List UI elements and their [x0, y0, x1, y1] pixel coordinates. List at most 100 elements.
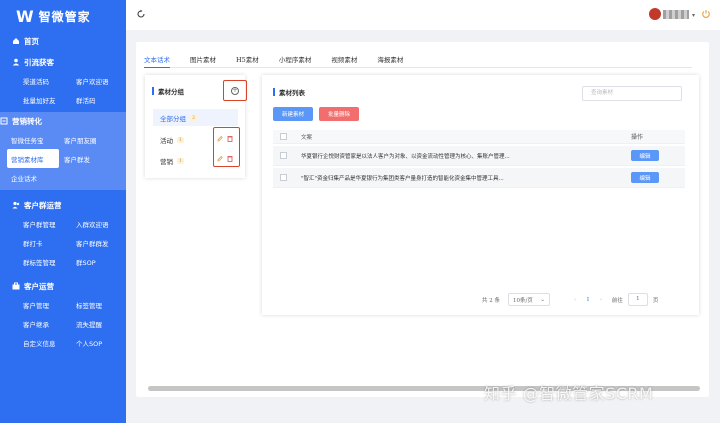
nav-section-customer-ops: 客户运营 客户管理 标签管理 客户继承 流失提醒 自定义信息 个人SOP — [0, 277, 126, 352]
refresh-icon[interactable] — [136, 9, 146, 19]
pagination: 共 2 条 10条/页 ⌄ ‹ 1 › 前往 1 页 — [482, 293, 658, 306]
nav-item-mass-send[interactable]: 客户群发 — [64, 149, 117, 168]
nav-section-acquire: 引流获客 渠道活码 客户欢迎语 批量加好友 群活码 — [0, 53, 126, 109]
main-card: 文本话术 图片素材 H5素材 小程序素材 视频素材 海报素材 素材分组 + 全部… — [136, 42, 709, 397]
tab-mini-program[interactable]: 小程序素材 — [279, 51, 312, 67]
nav-item-group-manage[interactable]: 客户群管理 — [23, 214, 76, 233]
tab-images[interactable]: 图片素材 — [190, 51, 216, 67]
table-header: 文案 操作 — [273, 130, 685, 144]
logo-mark: W — [16, 6, 34, 26]
marketing-icon — [0, 117, 8, 125]
nav-item-personal-sop[interactable]: 个人SOP — [76, 333, 129, 352]
goto-label: 前往 — [611, 297, 623, 304]
watermark: 知乎 @智微管家SCRM — [484, 384, 654, 403]
nav-home[interactable]: 首页 — [12, 32, 126, 50]
nav-section-marketing: 营销转化 智微任务宝 客户朋友圈 营销素材库 客户群发 企业话术 — [0, 112, 126, 190]
material-table: 文案 操作 华夏银行企悦财资管家是以法人客户为对象、以资金流动性管理为核心、集账… — [273, 130, 685, 188]
brand-name: 智微管家 — [38, 9, 91, 24]
power-icon[interactable] — [701, 9, 711, 19]
nav-item-material-library[interactable]: 营销素材库 — [7, 149, 59, 168]
plus-circle-icon: + — [231, 86, 239, 95]
edit-icon[interactable] — [217, 155, 223, 162]
avatar[interactable] — [649, 8, 661, 20]
nav-item-task[interactable]: 智微任务宝 — [11, 130, 64, 149]
total-count: 共 2 条 — [482, 297, 500, 304]
logo: W 智微管家 — [0, 0, 126, 32]
nav-item-churn-alert[interactable]: 流失提醒 — [76, 314, 129, 333]
chevron-down-icon: ⌄ — [540, 296, 545, 303]
tab-text-scripts[interactable]: 文本话术 — [144, 51, 170, 68]
group-panel-title: 素材分组 — [158, 88, 184, 96]
nav-item-customer-manage[interactable]: 客户管理 — [23, 295, 76, 314]
edit-button[interactable]: 编辑 — [631, 172, 659, 183]
group-label: 营销 — [160, 157, 173, 166]
current-page[interactable]: 1 — [586, 297, 590, 303]
nav-title-label: 客户运营 — [24, 281, 54, 291]
group-count: 2 — [190, 114, 198, 121]
nav-item-group-tags[interactable]: 群标签管理 — [23, 252, 76, 271]
column-header-op: 操作 — [631, 134, 644, 141]
nav-item-join-welcome[interactable]: 入群欢迎语 — [76, 214, 129, 233]
tab-poster[interactable]: 海报素材 — [377, 51, 403, 67]
title-bar — [273, 88, 275, 96]
tab-video[interactable]: 视频素材 — [331, 51, 357, 67]
row-text: "智汇"资金归集产品是华夏银行为集团类客户量身打造的智能化资金集中管理工具... — [301, 175, 504, 182]
group-item-all[interactable]: 全部分组 2 — [153, 109, 238, 126]
table-row: "智汇"资金归集产品是华夏银行为集团类客户量身打造的智能化资金集中管理工具...… — [273, 168, 685, 188]
chevron-down-icon[interactable]: ▾ — [692, 12, 695, 19]
nav-title-label: 营销转化 — [12, 116, 42, 126]
group-count: 1 — [177, 157, 185, 164]
prev-page-icon[interactable]: ‹ — [574, 297, 576, 303]
nav-item-channel-code[interactable]: 渠道活码 — [23, 71, 76, 90]
nav-item-welcome[interactable]: 客户欢迎语 — [76, 71, 129, 90]
material-tabs: 文本话术 图片素材 H5素材 小程序素材 视频素材 海报素材 — [144, 51, 692, 68]
group-label: 活动 — [160, 136, 173, 145]
column-header-text: 文案 — [301, 134, 313, 141]
next-page-icon[interactable]: › — [600, 297, 602, 303]
nav-title-customer-ops[interactable]: 客户运营 — [12, 277, 126, 295]
row-checkbox[interactable] — [280, 174, 287, 181]
nav-item-moments[interactable]: 客户朋友圈 — [64, 130, 117, 149]
nav-item-tag-manage[interactable]: 标签管理 — [76, 295, 129, 314]
briefcase-icon — [12, 282, 20, 290]
group-icon — [12, 201, 20, 209]
nav-title-acquire[interactable]: 引流获客 — [12, 53, 126, 71]
nav-title-marketing[interactable]: 营销转化 — [0, 112, 126, 130]
nav-home-section: 首页 — [0, 32, 126, 50]
username-blurred — [663, 10, 689, 19]
nav-title-group-ops[interactable]: 客户群运营 — [12, 196, 126, 214]
topbar: ▾ — [126, 0, 720, 30]
add-group-button[interactable]: + — [223, 80, 247, 101]
nav-item-custom-info[interactable]: 自定义信息 — [23, 333, 76, 352]
group-label: 全部分组 — [160, 114, 186, 123]
nav-title-label: 引流获客 — [24, 57, 54, 67]
nav-title-label: 客户群运营 — [24, 200, 62, 210]
group-count: 1 — [177, 136, 185, 143]
home-icon — [12, 37, 20, 45]
nav-item-group-sop[interactable]: 群SOP — [76, 252, 129, 271]
nav-item-scripts[interactable]: 企业话术 — [11, 168, 64, 187]
batch-delete-button[interactable]: 批量删除 — [319, 107, 359, 121]
page-unit: 页 — [652, 297, 659, 304]
goto-page-input[interactable]: 1 — [627, 293, 648, 306]
page-size-select[interactable]: 10条/页 ⌄ — [508, 293, 550, 306]
user-icon — [12, 58, 20, 66]
list-panel-title: 素材列表 — [279, 89, 305, 97]
nav-item-batch-add[interactable]: 批量加好友 — [23, 90, 76, 109]
new-material-button[interactable]: 新建素材 — [273, 107, 313, 121]
nav-item-checkin[interactable]: 群打卡 — [23, 233, 76, 252]
page-size-value: 10条/页 — [513, 297, 533, 304]
nav-item-inherit[interactable]: 客户继承 — [23, 314, 76, 333]
delete-icon[interactable] — [227, 135, 233, 142]
tab-h5[interactable]: H5素材 — [236, 51, 259, 67]
nav-item-group-code[interactable]: 群活码 — [76, 90, 129, 109]
edit-icon[interactable] — [217, 135, 223, 142]
edit-button[interactable]: 编辑 — [631, 150, 659, 161]
row-checkbox[interactable] — [280, 152, 287, 159]
table-row: 华夏银行企悦财资管家是以法人客户为对象、以资金流动性管理为核心、集账户管理...… — [273, 146, 685, 166]
group-panel: 素材分组 + 全部分组 2 活动 1 营销 1 — [145, 75, 247, 178]
search-input[interactable]: 查询素材 — [582, 86, 682, 101]
select-all-checkbox[interactable] — [280, 133, 287, 140]
nav-item-group-mass-send[interactable]: 客户群群发 — [76, 233, 129, 252]
delete-icon[interactable] — [227, 155, 233, 162]
